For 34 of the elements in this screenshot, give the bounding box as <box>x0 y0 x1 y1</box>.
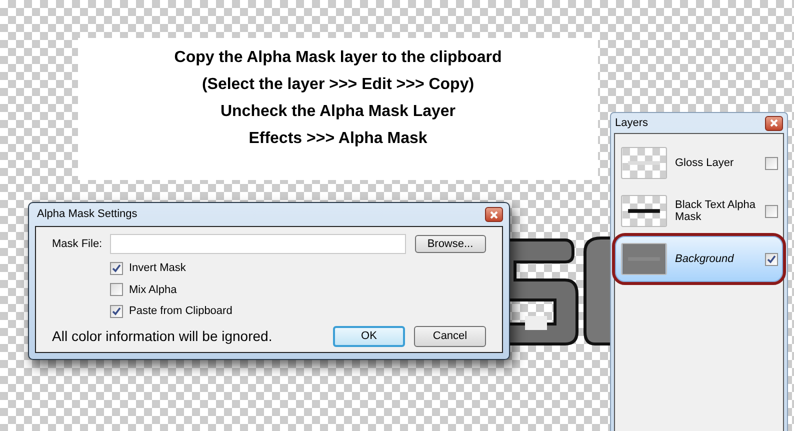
checkmark-icon <box>112 264 121 273</box>
checkbox[interactable] <box>110 304 123 318</box>
checkbox[interactable] <box>110 262 123 275</box>
panel-title: Layers <box>614 116 648 131</box>
close-icon <box>490 210 498 218</box>
field-label: Mask File: <box>52 236 104 252</box>
layer-row[interactable]: Background <box>615 236 783 282</box>
dialog-button[interactable]: OK <box>333 326 405 346</box>
close-button[interactable] <box>765 116 783 130</box>
checkbox[interactable] <box>765 204 778 218</box>
instruction-text: Copy the Alpha Mask layer to the clipboard <box>174 48 502 67</box>
option-label: Mix Alpha <box>129 282 177 298</box>
window-title: Alpha Mask Settings <box>36 207 138 222</box>
instruction-text: Effects >>> Alpha Mask <box>248 129 428 148</box>
checkmark-icon <box>112 306 121 316</box>
browse-button[interactable]: Browse... <box>414 235 486 253</box>
info-text: All color information will be ignored. <box>52 326 274 346</box>
option-label: Invert Mask <box>129 261 186 276</box>
checkbox[interactable] <box>110 283 123 296</box>
layer-name: Gloss Layer <box>675 157 735 169</box>
dialog-button[interactable]: Cancel <box>414 326 486 346</box>
layer-name: Black Text Alpha Mask <box>675 199 757 223</box>
option-label: Paste from Clipboard <box>129 304 232 319</box>
close-icon <box>770 119 778 127</box>
layer-name: Background <box>675 253 735 265</box>
instruction-text: Uncheck the Alpha Mask Layer <box>220 102 456 121</box>
checkmark-icon <box>767 254 776 264</box>
mask-file-field[interactable] <box>110 234 406 254</box>
instruction-text: (Select the layer >>> Edit >>> Copy) <box>202 75 474 94</box>
close-button[interactable] <box>485 207 503 222</box>
checkbox[interactable] <box>765 252 778 266</box>
checkbox[interactable] <box>765 156 778 170</box>
layer-row[interactable]: Black Text Alpha Mask <box>615 188 783 234</box>
layer-row[interactable]: Gloss Layer <box>615 140 783 186</box>
